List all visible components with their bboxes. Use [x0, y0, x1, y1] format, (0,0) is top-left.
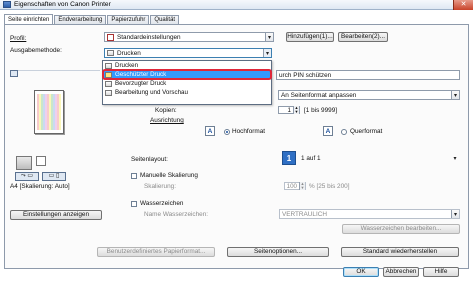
output-method-label: Ausgabemethode: — [10, 47, 62, 54]
portrait-radio[interactable] — [224, 129, 230, 135]
chevron-down-icon: ▾ — [265, 33, 273, 41]
copies-label: Kopien: — [155, 107, 177, 114]
copies-spinner[interactable]: 1 ▲ ▼ — [278, 106, 300, 114]
profile-value: Standardeinstellungen — [117, 33, 181, 41]
profile-icon — [107, 33, 114, 41]
show-settings-button[interactable]: Einstellungen anzeigen — [10, 210, 102, 220]
cancel-button[interactable]: Abbrechen — [383, 267, 419, 277]
profile-select[interactable]: Standardeinstellungen ▾ — [104, 32, 274, 42]
watermark-name-label: Name Wasserzeichen: — [144, 211, 209, 218]
output-method-select[interactable]: Drucken ▾ — [104, 48, 272, 58]
portrait-label: Hochformat — [232, 128, 266, 135]
dropdown-item-print[interactable]: Drucken — [103, 61, 271, 70]
spinner-arrows-icon[interactable]: ▲ ▼ — [299, 182, 305, 190]
help-button[interactable]: Hilfe — [423, 267, 459, 277]
scaling-spinner[interactable]: 100 ▲ ▼ — [284, 182, 306, 190]
manual-scaling-checkbox[interactable] — [131, 173, 137, 179]
dropdown-item-edit-preview[interactable]: Bearbeitung und Vorschau — [103, 88, 271, 97]
dropdown-item-label: Drucken — [115, 62, 139, 69]
page-options-button[interactable]: Seitenoptionen... — [227, 247, 329, 257]
title-bar: Eigenschaften von Canon Printer ✕ — [0, 0, 473, 10]
add-profile-button[interactable]: Hinzufügen(1)... — [286, 32, 334, 42]
watermark-checkbox[interactable] — [131, 201, 137, 207]
chevron-down-icon: ▾ — [263, 49, 271, 57]
window-title: Eigenschaften von Canon Printer — [14, 1, 111, 8]
page-layout-value: 1 auf 1 — [301, 154, 321, 162]
copies-range: [1 bis 9999] — [304, 107, 338, 114]
close-button[interactable]: ✕ — [453, 0, 473, 10]
preview-content — [37, 94, 61, 130]
landscape-label: Querformat — [350, 128, 383, 135]
page-preview — [34, 90, 64, 134]
copies-value: 1 — [287, 106, 291, 114]
finishing-icon-2: ▭ ▯ — [42, 172, 66, 181]
orientation-label: Ausrichtung — [150, 117, 184, 124]
dropdown-item-label: Bevorzugter Druck — [115, 80, 167, 87]
printer-icon — [3, 1, 11, 8]
dropdown-item-label: Bearbeitung und Vorschau — [115, 89, 188, 96]
preview-caption: A4 [Skalierung: Auto] — [10, 183, 70, 190]
output-method-value: Drucken — [117, 49, 141, 57]
preview-toggle-icon[interactable] — [10, 70, 18, 77]
ok-button[interactable]: OK — [343, 267, 379, 277]
portrait-icon: A — [205, 126, 215, 136]
watermark-value: VERTRAULICH — [282, 210, 327, 218]
pin-protect-field[interactable]: urch PIN schützen — [276, 70, 460, 80]
chevron-down-icon: ▾ — [451, 91, 459, 99]
landscape-radio[interactable] — [341, 129, 347, 135]
chevron-down-icon: ▾ — [451, 210, 459, 218]
scaling-range: % [25 bis 200] — [309, 183, 350, 190]
manual-scaling-label: Manuelle Skalierung — [140, 172, 198, 179]
spinner-arrows-icon[interactable]: ▲ ▼ — [293, 106, 299, 114]
edit-profile-button[interactable]: Bearbeiten(2)... — [338, 32, 388, 42]
edit-preview-icon — [105, 89, 112, 96]
finishing-icon-1: ⤳ ▭ — [15, 172, 39, 181]
dropdown-item-label: Geschützter Druck — [115, 71, 167, 78]
printer-preview-icon — [16, 156, 32, 170]
print-icon — [107, 50, 114, 56]
output-method-dropdown-list: Drucken Geschützter Druck Bevorzugter Dr… — [102, 60, 272, 105]
print-icon — [105, 62, 112, 69]
watermark-label: Wasserzeichen — [140, 200, 184, 207]
custom-paper-size-button[interactable]: Benutzerdefiniertes Papierformat... — [97, 247, 215, 257]
scaling-value: 100 — [286, 182, 297, 190]
profile-label: Profil: — [10, 35, 27, 42]
edit-watermark-button[interactable]: Wasserzeichen bearbeiten... — [342, 224, 460, 234]
priority-icon — [105, 80, 112, 87]
restore-defaults-button[interactable]: Standard wiederherstellen — [341, 247, 459, 257]
page-layout-label: Seitenlayout: — [131, 156, 168, 163]
paper-stack-icon — [36, 156, 46, 166]
page-size-value: An Seitenformat anpassen — [281, 91, 357, 99]
dropdown-item-priority-print[interactable]: Bevorzugter Druck — [103, 79, 271, 88]
pin-protect-text: urch PIN schützen — [279, 71, 332, 79]
watermark-select[interactable]: VERTRAULICH ▾ — [279, 209, 460, 219]
page-layout-icon: 1 — [282, 151, 296, 165]
lock-icon — [105, 71, 112, 78]
scaling-label: Skalierung: — [144, 183, 176, 190]
dropdown-item-secure-print[interactable]: Geschützter Druck — [102, 69, 272, 80]
landscape-icon: A — [323, 126, 333, 136]
page-size-select[interactable]: An Seitenformat anpassen ▾ — [278, 90, 460, 100]
chevron-down-icon: ▾ — [453, 155, 457, 162]
left-panel-separator — [10, 70, 100, 71]
page-layout-select[interactable]: 1 auf 1 ▾ — [298, 153, 460, 163]
